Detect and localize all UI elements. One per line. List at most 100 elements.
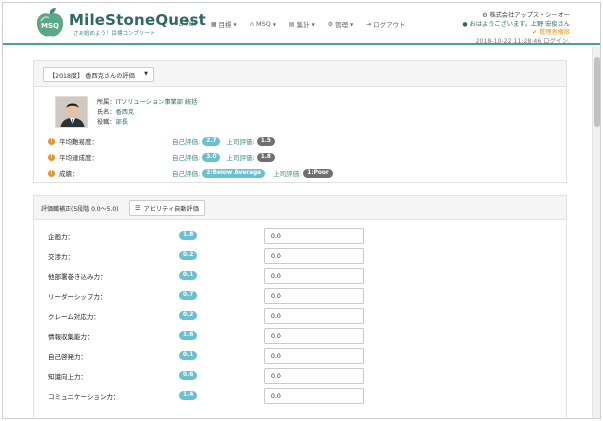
settings-circle-icon: ⚙ xyxy=(482,12,488,19)
header: MSQ MileStoneQuest さぁ始めよう！目標コンプリート ⌂ TOP… xyxy=(3,3,600,45)
boss-eval-badge: 1.8 xyxy=(256,152,275,162)
last-login: 2018-10-22 11:28:46 ログイン. xyxy=(475,37,570,45)
skill-correction-input[interactable] xyxy=(264,308,364,324)
metric-values: 自己評価: 2.7 上司評価: 1.5 xyxy=(172,136,275,146)
evaluation-panel-header: 【2018度】 香西克さんの評価 ▼ xyxy=(34,61,566,87)
profile-value: ITソリューション事業部 統括 xyxy=(115,99,198,106)
list-icon: ☰ xyxy=(135,204,141,212)
boss-eval-label: 上司評価: xyxy=(226,154,255,162)
skill-name: 他部署巻き込み力： xyxy=(48,273,107,281)
profile-row: 所属：ITソリューション事業部 統括 xyxy=(97,98,197,108)
skill-score-badge: 0.1 xyxy=(179,271,198,280)
skill-name: 自己啓発力： xyxy=(48,353,87,361)
skill-correction-input[interactable] xyxy=(264,268,364,284)
scrollbar-thumb[interactable] xyxy=(594,57,600,127)
company-name: 株式会社アップス・シーオー xyxy=(489,12,570,19)
company-line: ⚙ 株式会社アップス・シーオー xyxy=(462,12,570,21)
self-eval-label: 自己評価: xyxy=(172,170,201,178)
skill-correction-input[interactable] xyxy=(264,228,364,244)
nav-label: 集計 xyxy=(296,21,310,29)
calendar-icon: ▦ xyxy=(210,20,217,28)
skill-row: リーダーシップ力： 0.7 xyxy=(34,286,568,306)
skills-panel-header: 評価職補正(5段階 0.0～5.0) ☰ アビリティ自動評価 xyxy=(34,196,566,220)
app-window: MSQ MileStoneQuest さぁ始めよう！目標コンプリート ⌂ TOP… xyxy=(2,2,601,419)
nav-summary[interactable]: ▤ 集計 ▼ xyxy=(288,19,315,30)
profile-details: 所属：ITソリューション事業部 統括 氏名：香西克 役職：部長 xyxy=(97,98,197,128)
skill-row: 他部署巻き込み力： 0.1 xyxy=(34,266,568,286)
skill-correction-input[interactable] xyxy=(264,388,364,404)
avatar xyxy=(55,96,88,128)
info-icon: ! xyxy=(48,137,55,145)
skill-row: 情報収集能力： 1.6 xyxy=(34,326,568,346)
user-info: ⚙ 株式会社アップス・シーオー ● おはようございます。上野 宏俊さん ✔ 管理… xyxy=(462,12,570,46)
admin-line: ✔ 管理者権限 xyxy=(462,29,570,38)
check-circle-icon: ✔ xyxy=(532,29,538,36)
skills-title: 評価職補正(5段階 0.0～5.0) xyxy=(41,206,119,213)
caret-down-icon: ▼ xyxy=(272,21,276,27)
main-nav: ⌂ TOP ▦ 目標 ▼ ∩ MSQ ▼ ▤ 集計 ▼ ⚙ 管理 ▼ ⇥ ログア… xyxy=(179,19,406,29)
metric-row-grade: ! 成績： 自己評価: 2:Below Average 上司評価: 1:Poor xyxy=(48,168,548,178)
skill-score-badge: 0.2 xyxy=(179,311,198,320)
self-eval-badge: 2.7 xyxy=(202,136,221,146)
skill-correction-input[interactable] xyxy=(264,248,364,264)
caret-down-icon: ▼ xyxy=(233,21,237,27)
ability-auto-eval-button[interactable]: ☰ アビリティ自動評価 xyxy=(129,200,205,216)
evaluation-panel: 【2018度】 香西克さんの評価 ▼ 所属：ITソリューション事業部 統括 氏名… xyxy=(33,60,567,183)
skill-score-badge: 0.1 xyxy=(179,351,198,360)
skill-correction-input[interactable] xyxy=(264,328,364,344)
skill-row: クレーム対応力： 0.2 xyxy=(34,306,568,326)
skill-name: 企画力： xyxy=(48,233,74,241)
evaluation-select-value: 【2018度】 香西克さんの評価 xyxy=(49,73,135,80)
skill-score-badge: 1.6 xyxy=(179,331,198,340)
self-eval-label: 自己評価: xyxy=(172,138,201,146)
nav-label: MSQ xyxy=(255,20,271,28)
skill-name: コミュニケーション力： xyxy=(48,393,120,401)
profile-value: 香西克 xyxy=(115,109,135,116)
nav-msq[interactable]: ∩ MSQ ▼ xyxy=(250,19,276,29)
caret-down-icon: ▼ xyxy=(144,71,148,77)
table-icon: ▤ xyxy=(288,20,295,28)
boss-eval-label: 上司評価: xyxy=(226,138,255,146)
skill-row: コミュニケーション力： 1.4 xyxy=(34,386,568,406)
profile-value: 部長 xyxy=(115,119,128,126)
apple-logo-icon[interactable]: MSQ xyxy=(33,7,67,39)
caret-down-icon: ▼ xyxy=(311,21,315,27)
nav-admin[interactable]: ⚙ 管理 ▼ xyxy=(327,19,354,30)
profile-key: 氏名： xyxy=(97,109,116,116)
boss-eval-badge: 1:Poor xyxy=(303,168,333,178)
skill-row: 交渉力： 0.2 xyxy=(34,246,568,266)
metric-values: 自己評価: 3.0 上司評価: 1.8 xyxy=(172,152,275,162)
self-eval-badge: 3.0 xyxy=(202,152,221,162)
skill-score-badge: 0.2 xyxy=(179,251,198,260)
skill-name: クレーム対応力： xyxy=(48,313,100,321)
boss-eval-badge: 1.5 xyxy=(256,136,275,146)
skill-name: 知識向上力： xyxy=(48,373,87,381)
nav-label: ログアウト xyxy=(373,21,406,29)
metric-row-achievement: ! 平均達成度： 自己評価: 3.0 上司評価: 1.8 xyxy=(48,152,548,162)
main-content: 【2018度】 香西克さんの評価 ▼ 所属：ITソリューション事業部 統括 氏名… xyxy=(3,47,600,418)
skill-score-badge: 0.6 xyxy=(179,371,198,380)
skill-score-badge: 1.8 xyxy=(179,231,198,240)
gear-icon: ⚙ xyxy=(327,20,334,28)
metric-row-difficulty: ! 平均難易度： 自己評価: 2.7 上司評価: 1.5 xyxy=(48,136,548,146)
nav-logout[interactable]: ⇥ ログアウト xyxy=(366,19,406,30)
profile-row: 氏名：香西克 xyxy=(97,108,197,118)
caret-down-icon: ▼ xyxy=(350,21,354,27)
nav-top[interactable]: ⌂ TOP xyxy=(179,19,198,29)
nav-goals[interactable]: ▦ 目標 ▼ xyxy=(210,19,237,30)
skill-score-badge: 1.4 xyxy=(179,391,198,400)
skill-name: リーダーシップ力： xyxy=(48,293,107,301)
vertical-scrollbar[interactable] xyxy=(592,47,600,418)
skill-correction-input[interactable] xyxy=(264,368,364,384)
skill-row: 自己啓発力： 0.1 xyxy=(34,346,568,366)
nav-label: 目標 xyxy=(218,21,232,29)
user-icon: ● xyxy=(462,20,468,28)
greeting-line[interactable]: ● おはようございます。上野 宏俊さん xyxy=(462,21,570,30)
self-eval-badge: 2:Below Average xyxy=(202,168,266,178)
boss-eval-label: 上司評価: xyxy=(273,170,302,178)
skill-correction-input[interactable] xyxy=(264,348,364,364)
skill-row: 知識向上力： 0.6 xyxy=(34,366,568,386)
logout-icon: ⇥ xyxy=(366,20,372,28)
evaluation-select[interactable]: 【2018度】 香西克さんの評価 ▼ xyxy=(43,67,154,82)
skill-correction-input[interactable] xyxy=(264,288,364,304)
